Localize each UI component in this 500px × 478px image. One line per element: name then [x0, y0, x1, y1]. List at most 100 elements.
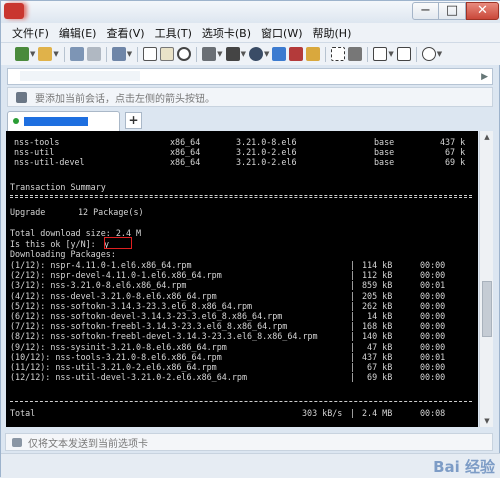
total-line: Total 303 kB/s | 2.4 MB 00:08 [10, 408, 472, 418]
globe-icon[interactable] [248, 47, 263, 61]
layout-icon[interactable] [396, 47, 411, 61]
chevron-down-icon[interactable]: ▼ [437, 50, 442, 58]
download-time: 00:01 [420, 280, 446, 291]
chevron-down-icon[interactable]: ▼ [127, 50, 132, 58]
menu-edit[interactable]: 编辑(E) [54, 25, 102, 41]
minimize-button[interactable]: − [412, 2, 439, 20]
toolbar-divider [105, 46, 107, 62]
download-row: (5/12): nss-softokn-3.14.3-23.3.el6_8.x8… [10, 301, 472, 311]
help-icon[interactable] [421, 47, 436, 61]
download-file: (2/12): nspr-devel-4.11.0-1.el6.x86_64.r… [10, 270, 222, 281]
compose-input[interactable]: 仅将文本发送到当前选项卡 [28, 435, 148, 450]
toolbar-divider [137, 46, 139, 62]
package-row: nss-tools x86_64 3.21.0-8.el6 base 437 k [10, 137, 472, 147]
download-size: 168 kB [362, 321, 393, 332]
chevron-down-icon[interactable]: ▼ [217, 50, 222, 58]
menu-view[interactable]: 查看(V) [101, 25, 149, 41]
tab-session[interactable] [7, 111, 120, 131]
find-icon[interactable] [177, 47, 192, 61]
package-name: nss-util-devel [14, 157, 85, 167]
scroll-down-icon[interactable]: ▼ [480, 415, 494, 427]
new-tab-icon[interactable] [373, 47, 388, 61]
hint-text: 要添加当前会话，点击左侧的箭头按钮。 [35, 93, 215, 105]
title-bar[interactable]: − □ ✕ [1, 1, 500, 23]
download-time: 00:00 [420, 331, 446, 342]
download-file: (5/12): nss-softokn-3.14.3-23.3.el6_8.x8… [10, 300, 253, 311]
download-divider: | [350, 300, 356, 311]
toolbar: ▼ ▼ ▼ ▼ ▼ ▼ ▼ ▼ [1, 43, 500, 65]
download-divider: | [350, 280, 356, 291]
package-version: 3.21.0-2.el6 [236, 147, 297, 157]
chevron-down-icon[interactable]: ▼ [388, 50, 393, 58]
color-scheme-icon[interactable] [225, 47, 240, 61]
confirm-prompt: Is this ok [y/N]: [10, 239, 96, 249]
scroll-up-icon[interactable]: ▲ [480, 131, 494, 143]
download-size: 14 kB [362, 311, 393, 321]
download-size: 205 kB [362, 290, 393, 301]
download-time: 00:00 [420, 311, 446, 321]
maximize-button[interactable]: □ [439, 2, 466, 20]
xftp-icon[interactable] [289, 47, 304, 61]
download-time: 00:00 [420, 372, 446, 383]
transaction-summary-heading: Transaction Summary [10, 182, 106, 192]
package-arch: x86_64 [170, 147, 201, 157]
scroll-thumb[interactable] [482, 281, 492, 337]
separator-line [10, 195, 472, 198]
add-session-arrow-icon[interactable] [16, 91, 27, 103]
chevron-down-icon[interactable]: ▼ [264, 50, 269, 58]
menu-tools[interactable]: 工具(T) [150, 25, 197, 41]
download-size: 140 kB [362, 331, 393, 342]
package-size: 67 k [445, 147, 466, 157]
new-session-icon[interactable] [15, 47, 29, 61]
menu-file[interactable]: 文件(F) [7, 25, 54, 41]
download-file: (11/12): nss-util-3.21.0-2.el6.x86_64.rp… [10, 362, 217, 372]
menu-tab[interactable]: 选项卡(B) [197, 25, 256, 41]
upgrade-count: 12 Package(s) [78, 207, 144, 217]
close-button[interactable]: ✕ [466, 2, 499, 20]
download-size: 67 kB [362, 362, 393, 372]
address-bar[interactable]: ▶ [7, 68, 493, 85]
add-tab-button[interactable]: + [125, 112, 142, 129]
download-size: 69 kB [362, 372, 393, 383]
download-row: (3/12): nss-3.21.0-8.el6.x86_64.rpm | 859 … [10, 280, 472, 290]
keyboard-icon[interactable] [348, 47, 363, 61]
print-icon[interactable] [202, 47, 217, 61]
terminal-scrollbar[interactable]: ▲ ▼ [479, 131, 493, 427]
chevron-down-icon[interactable]: ▼ [241, 50, 246, 58]
fullscreen-icon[interactable] [331, 47, 346, 61]
download-size: 47 kB [362, 341, 393, 352]
total-divider: | [350, 408, 356, 418]
download-divider: | [350, 372, 356, 383]
download-file: (1/12): nspr-4.11.0-1.el6.x86_64.rpm [10, 260, 192, 270]
download-divider: | [350, 331, 356, 342]
download-time: 00:00 [420, 300, 446, 311]
paste-icon[interactable] [160, 47, 175, 61]
menu-help[interactable]: 帮助(H) [308, 25, 357, 41]
session-hint-bar: 要添加当前会话，点击左侧的箭头按钮。 [7, 87, 493, 107]
toolbar-divider [196, 46, 198, 62]
properties-icon[interactable] [111, 47, 126, 61]
download-time: 00:00 [420, 260, 446, 270]
package-name: nss-tools [14, 137, 60, 147]
menu-bar: 文件(F) 编辑(E) 查看(V) 工具(T) 选项卡(B) 窗口(W) 帮助(… [1, 23, 500, 43]
transfer-icon[interactable] [272, 47, 287, 61]
status-bar: Bai 经验 [1, 453, 500, 478]
lock-icon[interactable] [306, 47, 321, 61]
copy-icon[interactable] [143, 47, 158, 61]
open-folder-icon[interactable] [38, 47, 53, 61]
menu-window[interactable]: 窗口(W) [256, 25, 307, 41]
package-repo: base [374, 147, 395, 157]
download-row: (7/12): nss-softokn-freebl-3.14.3-23.3.e… [10, 321, 472, 331]
terminal-output[interactable]: nss-tools x86_64 3.21.0-8.el6 base 437 k… [6, 131, 478, 427]
chevron-down-icon[interactable]: ▼ [30, 50, 35, 58]
disconnect-icon[interactable] [86, 47, 101, 61]
address-go-icon[interactable]: ▶ [481, 72, 488, 82]
toolbar-divider [325, 46, 327, 62]
total-size: 2.4 MB [362, 408, 393, 418]
download-divider: | [350, 270, 356, 281]
compose-menu-icon[interactable] [12, 437, 22, 447]
redacted-address [20, 71, 140, 81]
chevron-down-icon[interactable]: ▼ [53, 50, 58, 58]
compose-bar[interactable]: 仅将文本发送到当前选项卡 [5, 433, 493, 451]
pencil-icon[interactable] [69, 47, 84, 61]
